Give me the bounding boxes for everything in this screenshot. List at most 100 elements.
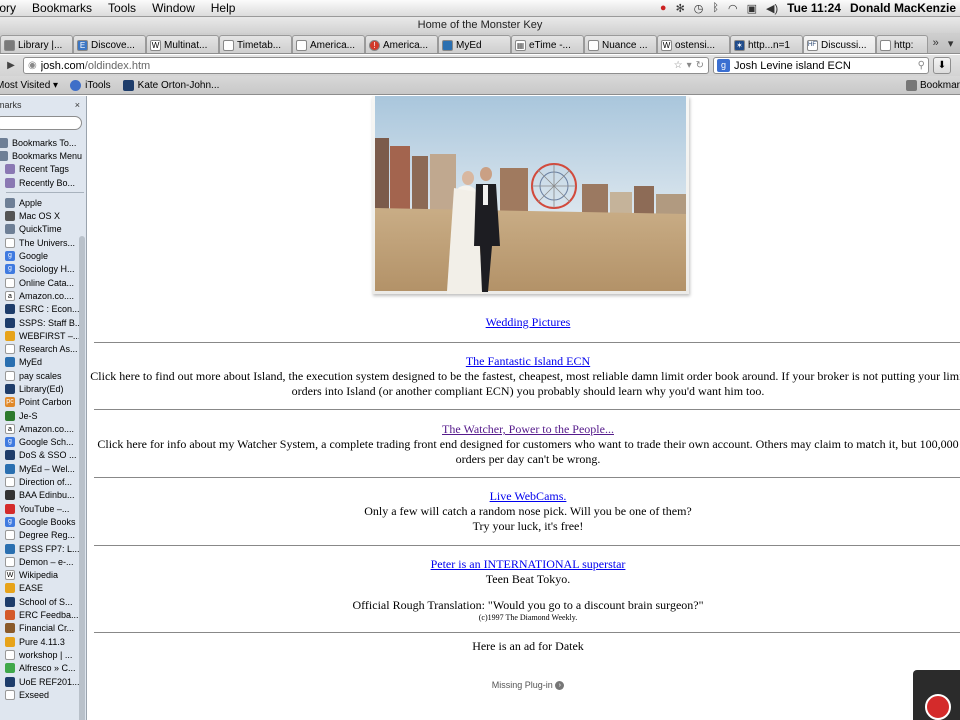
sidebar-bookmark-item[interactable]: g Sociology H... [0, 263, 86, 276]
sidebar-bookmark-item[interactable]: workshop | ... [0, 648, 86, 661]
sidebar-bookmark-item[interactable]: Recent Tags [0, 163, 86, 176]
menu-help[interactable]: Help [203, 1, 244, 15]
sidebar-bookmark-item[interactable]: Bookmarks Menu [0, 149, 86, 162]
browser-tab[interactable]: W Multinat... [146, 35, 219, 53]
bookmarks-menu-button[interactable]: Bookmar [905, 79, 960, 91]
sidebar-bookmark-item[interactable]: Degree Reg... [0, 529, 86, 542]
sidebar-bookmark-item[interactable]: W Wikipedia [0, 569, 86, 582]
url-text[interactable]: josh.com/oldindex.htm [41, 60, 670, 72]
globe-icon[interactable]: ◉ [28, 60, 37, 71]
tab-list-icon[interactable]: ▾ [948, 37, 954, 50]
sidebar-bookmark-item[interactable]: Online Cata... [0, 276, 86, 289]
sidebar-bookmark-item[interactable]: EPSS FP7: L... [0, 542, 86, 555]
sidebar-bookmark-item[interactable]: Research As... [0, 342, 86, 355]
browser-tab[interactable]: ▦ eTime -... [511, 35, 584, 53]
sync-icon[interactable]: ✻ [676, 2, 685, 15]
sidebar-bookmark-item[interactable]: MyEd – Wel... [0, 462, 86, 475]
wedding-pictures-link[interactable]: Wedding Pictures [486, 315, 571, 329]
menu-bookmarks[interactable]: Bookmarks [24, 1, 100, 15]
sidebar-bookmark-item[interactable]: The Univers... [0, 236, 86, 249]
sidebar-bookmark-item[interactable]: WEBFIRST –... [0, 329, 86, 342]
sidebar-bookmark-item[interactable]: ESRC : Econ... [0, 303, 86, 316]
sidebar-bookmark-item[interactable]: Alfresco » C... [0, 662, 86, 675]
google-search-icon[interactable]: g [717, 59, 730, 72]
menu-user[interactable]: Donald MacKenzie [850, 1, 956, 15]
sidebar-bookmark-item[interactable]: Je-S [0, 409, 86, 422]
sidebar-bookmark-item[interactable]: g Google [0, 249, 86, 262]
history-dropdown-icon[interactable]: ▾ [687, 60, 692, 71]
sidebar-bookmark-item[interactable]: MyEd [0, 356, 86, 369]
browser-tab[interactable]: http: [876, 35, 928, 53]
bluetooth-icon[interactable]: ᛒ [712, 2, 719, 14]
notification-corner[interactable] [913, 670, 960, 720]
search-bar[interactable]: g Josh Levine island ECN ⚲ [713, 57, 929, 74]
sidebar-bookmark-item[interactable]: pay scales [0, 369, 86, 382]
browser-tab[interactable]: Nuance ... [584, 35, 657, 53]
sidebar-bookmark-item[interactable]: g Google Sch... [0, 436, 86, 449]
sidebar-bookmark-item[interactable]: BAA Edinbu... [0, 489, 86, 502]
sidebar-bookmark-item[interactable]: YouTube –... [0, 502, 86, 515]
menu-history[interactable]: tory [0, 1, 24, 15]
menu-window[interactable]: Window [144, 1, 203, 15]
sidebar-bookmark-item[interactable]: Bookmarks To... [0, 136, 86, 149]
sidebar-bookmark-item[interactable]: Recently Bo... [0, 176, 86, 189]
section-divider [94, 545, 960, 546]
browser-tab[interactable]: ! America... [365, 35, 438, 53]
menu-clock[interactable]: Tue 11:24 [787, 1, 841, 15]
forward-icon[interactable]: ▶ [3, 58, 19, 74]
sidebar-bookmark-item[interactable]: a Amazon.co.... [0, 289, 86, 302]
sidebar-bookmark-item[interactable]: UoE REF201... [0, 675, 86, 688]
search-input[interactable]: Josh Levine island ECN [734, 60, 914, 72]
island-ecn-link[interactable]: The Fantastic Island ECN [466, 354, 590, 368]
browser-tab[interactable]: Wostensi... [657, 35, 730, 53]
browser-tab[interactable]: Timetab... [219, 35, 292, 53]
sidebar-bookmark-item[interactable]: Apple [0, 196, 86, 209]
reload-icon[interactable]: ↻ [696, 60, 704, 71]
bookmark-itools[interactable]: iTools [70, 79, 111, 91]
sidebar-bookmark-item[interactable]: Demon – e-... [0, 555, 86, 568]
browser-tab[interactable]: Library |... [0, 35, 73, 53]
sidebar-bookmark-item[interactable]: Mac OS X [0, 209, 86, 222]
download-icon[interactable]: ⬇ [933, 57, 951, 74]
live-webcams-link[interactable]: Live WebCams. [490, 489, 567, 503]
sidebar-bookmark-item[interactable]: pc Point Carbon [0, 396, 86, 409]
close-icon[interactable]: × [75, 100, 80, 110]
peter-superstar-link[interactable]: Peter is an INTERNATIONAL superstar [431, 557, 626, 571]
sidebar-bookmark-item[interactable]: Pure 4.11.3 [0, 635, 86, 648]
sidebar-bookmark-item[interactable]: Direction of... [0, 475, 86, 488]
sidebar-bookmark-item[interactable]: QuickTime [0, 223, 86, 236]
sidebar-scrollbar[interactable] [79, 236, 85, 720]
volume-icon[interactable]: ◀) [766, 2, 778, 15]
sidebar-bookmark-item[interactable]: g Google Books [0, 515, 86, 528]
battery-icon[interactable]: ▣ [747, 2, 757, 15]
sidebar-bookmark-item[interactable]: a Amazon.co.... [0, 422, 86, 435]
hft-icon: HFT [807, 39, 818, 51]
sidebar-bookmark-item[interactable]: EASE [0, 582, 86, 595]
missing-plugin-notice[interactable]: Missing Plug-in › [88, 680, 960, 691]
bookmark-kate[interactable]: Kate Orton-John... [122, 79, 219, 91]
sidebar-bookmark-item[interactable]: ERC Feedba... [0, 608, 86, 621]
sidebar-bookmark-item[interactable]: Library(Ed) [0, 382, 86, 395]
wifi-icon[interactable]: ◠ [728, 2, 738, 15]
sidebar-bookmark-item[interactable]: Financial Cr... [0, 622, 86, 635]
browser-tab[interactable]: America... [292, 35, 365, 53]
menu-tools[interactable]: Tools [100, 1, 144, 15]
browser-tab-active[interactable]: HFTDiscussi... [803, 35, 876, 53]
sidebar-bookmark-item[interactable]: SSPS: Staff B... [0, 316, 86, 329]
recording-icon[interactable]: ● [660, 2, 667, 14]
browser-tab[interactable]: ✶ http...n=1 [730, 35, 803, 53]
tab-scroll-right-icon[interactable]: » [933, 37, 939, 49]
search-icon[interactable]: ⚲ [918, 60, 925, 71]
browser-tab[interactable]: E Discove... [73, 35, 146, 53]
url-bar[interactable]: ◉ josh.com/oldindex.htm ☆ ▾ ↻ [23, 57, 709, 74]
sidebar-bookmark-item[interactable]: School of S... [0, 595, 86, 608]
browser-tab[interactable]: MyEd [438, 35, 511, 53]
time-machine-icon[interactable]: ◷ [694, 2, 704, 15]
wedding-photo[interactable] [372, 96, 689, 294]
sidebar-bookmark-item[interactable]: DoS & SSO ... [0, 449, 86, 462]
sidebar-search-input[interactable] [0, 116, 82, 130]
watcher-link[interactable]: The Watcher, Power to the People... [442, 422, 614, 436]
bookmark-most-visited[interactable]: Most Visited ▾ [0, 80, 58, 91]
sidebar-bookmark-item[interactable]: Exseed [0, 688, 86, 701]
bookmark-star-icon[interactable]: ☆ [674, 60, 683, 71]
